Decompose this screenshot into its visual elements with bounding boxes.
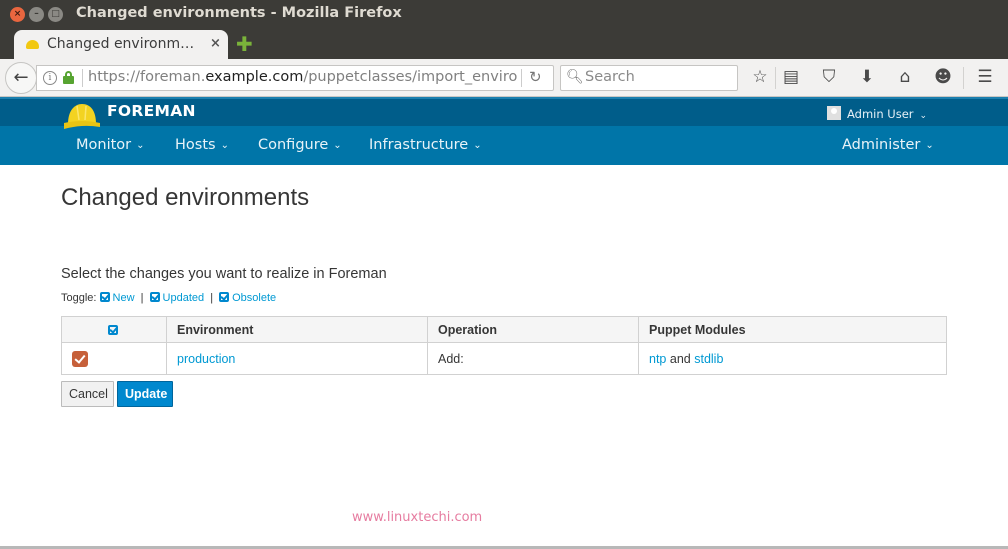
check-square-icon[interactable] — [107, 324, 118, 335]
row-checkbox[interactable] — [72, 350, 88, 367]
chevron-down-icon: ⌄ — [925, 140, 934, 151]
nav-hosts[interactable]: Hosts ⌄ — [175, 137, 229, 153]
nav-label: Monitor — [76, 137, 132, 153]
header-puppet-modules: Puppet Modules — [638, 316, 947, 343]
table-row: production Add: ntp and stdlib — [61, 342, 947, 375]
nav-label: Configure — [258, 137, 329, 153]
environment-link[interactable]: production — [177, 352, 235, 366]
header-environment: Environment — [166, 316, 428, 343]
watermark: www.linuxtechi.com — [352, 510, 483, 525]
toolbar-divider — [963, 67, 964, 89]
window-maximize-button[interactable]: □ — [48, 7, 63, 22]
tab-close-icon[interactable]: × — [210, 36, 221, 51]
hello-icon[interactable]: ☻ — [933, 67, 953, 87]
header-operation: Operation — [427, 316, 639, 343]
search-placeholder: Search — [585, 69, 635, 85]
nav-monitor[interactable]: Monitor ⌄ — [76, 137, 145, 153]
modules-cell: ntp and stdlib — [638, 342, 947, 375]
menu-icon[interactable]: ☰ — [975, 67, 995, 87]
toggle-obsolete-label: Obsolete — [232, 292, 277, 304]
toggle-new-link[interactable]: New — [99, 292, 135, 304]
window-titlebar: × – □ Changed environments - Mozilla Fir… — [0, 0, 1008, 29]
site-info-icon[interactable]: i — [43, 71, 57, 85]
nav-label: Infrastructure — [369, 137, 469, 153]
tab-label: Changed environm… — [47, 36, 195, 52]
user-name: Admin User — [847, 107, 914, 121]
url-text[interactable]: https://foreman.example.com/puppetclasse… — [88, 69, 521, 85]
environments-table: Environment Operation Puppet Modules pro… — [61, 316, 947, 375]
url-path: /puppetclasses/import_enviro — [303, 69, 518, 85]
foreman-logo-icon[interactable] — [63, 102, 101, 131]
window-close-button[interactable]: × — [10, 7, 25, 22]
chevron-down-icon: ⌄ — [220, 140, 229, 151]
check-square-icon — [99, 292, 110, 302]
table-header-row: Environment Operation Puppet Modules — [61, 316, 947, 343]
module-link[interactable]: stdlib — [694, 352, 723, 366]
foreman-header: FOREMAN Admin User ⌄ — [0, 97, 1008, 129]
module-link[interactable]: ntp — [649, 352, 666, 366]
lock-icon — [63, 71, 74, 84]
toggle-label: Toggle: — [61, 292, 97, 304]
nav-administer[interactable]: Administer ⌄ — [842, 137, 934, 153]
page-subtitle: Select the changes you want to realize i… — [61, 266, 387, 282]
toggle-obsolete-link[interactable]: Obsolete — [219, 292, 276, 304]
browser-toolbar: i https://foreman.example.com/puppetclas… — [0, 59, 1008, 97]
browser-tab[interactable]: Changed environm… × — [14, 30, 228, 60]
pocket-icon[interactable]: ⛉ — [819, 67, 839, 87]
nav-infrastructure[interactable]: Infrastructure ⌄ — [369, 137, 482, 153]
check-square-icon — [149, 292, 160, 302]
select-all-header[interactable] — [61, 316, 167, 343]
chevron-down-icon: ⌄ — [136, 140, 145, 151]
foreman-nav: Monitor ⌄ Hosts ⌄ Configure ⌄ Infrastructur… — [0, 126, 1008, 165]
toolbar-divider — [775, 67, 776, 89]
reload-icon[interactable]: ↻ — [529, 68, 542, 86]
nav-label: Administer — [842, 137, 921, 153]
search-icon: 🔍︎ — [566, 69, 584, 85]
chevron-down-icon: ⌄ — [473, 140, 482, 151]
url-bar[interactable]: i https://foreman.example.com/puppetclas… — [36, 65, 554, 91]
cancel-button[interactable]: Cancel — [61, 381, 114, 407]
foreman-hat-icon — [26, 40, 39, 49]
toggle-new-label: New — [112, 292, 135, 304]
update-button[interactable]: Update — [117, 381, 173, 407]
url-prefix: https://foreman. — [88, 69, 206, 85]
foreman-brand[interactable]: FOREMAN — [107, 102, 196, 120]
chevron-down-icon: ⌄ — [919, 111, 928, 121]
environment-cell: production — [166, 342, 428, 375]
modules-join: and — [669, 351, 691, 366]
tab-strip: Changed environm… × ✚ — [0, 29, 1008, 60]
toggle-updated-link[interactable]: Updated — [149, 292, 205, 304]
nav-configure[interactable]: Configure ⌄ — [258, 137, 342, 153]
avatar — [827, 106, 841, 120]
downloads-icon[interactable]: ⬇ — [857, 67, 877, 87]
check-square-icon — [219, 292, 230, 302]
search-input[interactable]: 🔍︎ Search — [560, 65, 738, 91]
back-button[interactable]: ← — [5, 62, 37, 94]
toggle-updated-label: Updated — [162, 292, 205, 304]
nav-label: Hosts — [175, 137, 216, 153]
operation-cell: Add: — [427, 342, 639, 375]
chevron-down-icon: ⌄ — [333, 140, 342, 151]
new-tab-button[interactable]: ✚ — [236, 34, 253, 54]
url-domain: example.com — [205, 69, 304, 85]
page-title: Changed environments — [61, 184, 310, 211]
url-divider — [82, 69, 83, 87]
toggle-row: Toggle: New | Updated | Obsolete — [61, 292, 276, 304]
bookmark-star-icon[interactable]: ☆ — [750, 67, 770, 87]
window-minimize-button[interactable]: – — [29, 7, 44, 22]
url-divider — [521, 69, 522, 87]
separator: | — [210, 292, 214, 304]
user-menu[interactable]: Admin User ⌄ — [827, 106, 927, 121]
separator: | — [140, 292, 144, 304]
reading-list-icon[interactable]: ▤ — [781, 67, 801, 87]
window-title: Changed environments - Mozilla Firefox — [76, 5, 402, 21]
home-icon[interactable]: ⌂ — [895, 67, 915, 87]
row-checkbox-cell — [61, 342, 167, 375]
